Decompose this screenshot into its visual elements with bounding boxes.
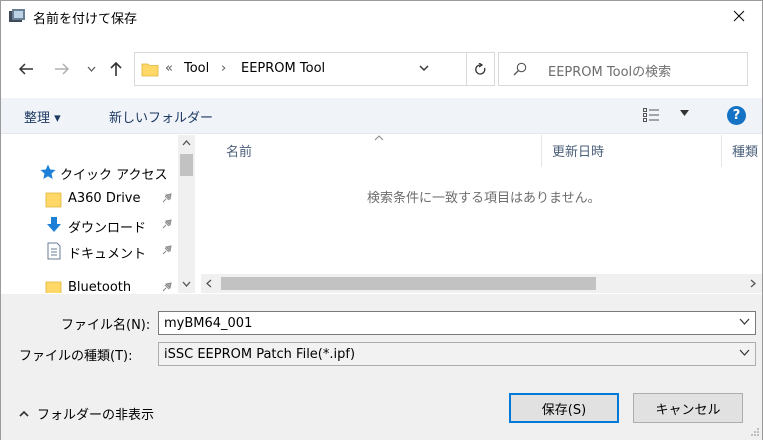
breadcrumb-segment[interactable]: EEPROM Tool [241,61,325,76]
column-divider[interactable] [721,135,722,167]
title-bar: 名前を付けて保存 [1,1,762,31]
refresh-button[interactable] [467,52,495,86]
nav-item-quick-access[interactable]: クイック アクセス [1,160,181,184]
back-button[interactable] [15,58,37,80]
filetype-select[interactable]: iSSC EEPROM Patch File(*.ipf) [158,342,756,366]
arrow-left-icon [18,63,33,75]
organize-menu-button[interactable]: 整理 ▾ [24,107,61,126]
hide-folders-toggle[interactable]: フォルダーの非表示 [19,404,154,423]
column-header-name[interactable]: 名前 [226,141,252,160]
filename-label: ファイル名(N): [61,318,151,333]
nav-item-label: ダウンロード [68,221,147,236]
pin-icon[interactable] [161,218,173,230]
view-options-icon[interactable] [643,108,659,122]
scrollbar-thumb[interactable] [180,154,193,176]
pin-icon[interactable] [161,281,173,293]
filetype-label: ファイルの種類(T): [19,349,133,364]
scroll-up-icon[interactable] [182,140,191,146]
filename-input[interactable]: myBM64_001 [158,311,756,335]
sort-ascending-icon [374,135,384,141]
refresh-icon [475,62,486,75]
scrollbar-thumb[interactable] [221,277,596,290]
chevron-down-icon [87,66,95,72]
folder-icon [45,192,62,208]
nav-item-documents[interactable]: ドキュメント [1,239,181,263]
chevron-down-icon[interactable] [739,349,750,357]
empty-list-message: 検索条件に一致する項目はありません。 [367,191,601,206]
column-header-type[interactable]: 種類 [732,141,758,160]
address-overflow-chevron[interactable]: « [165,61,173,76]
save-button[interactable]: 保存(S) [509,393,619,423]
window-title: 名前を付けて保存 [33,12,138,27]
close-button[interactable] [716,1,762,31]
folder-icon [141,63,159,77]
pin-icon[interactable] [161,244,173,256]
search-placeholder: EEPROM Toolの検索 [548,65,672,80]
nav-item-bluetooth[interactable]: Bluetooth [1,276,181,293]
chevron-down-icon[interactable] [739,318,750,326]
scroll-down-icon[interactable] [182,281,191,287]
chevron-down-icon[interactable] [418,62,430,74]
download-arrow-icon [47,217,61,232]
arrow-right-icon [55,63,70,75]
nav-item-a360-drive[interactable]: A360 Drive [1,187,181,211]
scroll-right-icon[interactable] [750,279,756,288]
filetype-value: iSSC EEPROM Patch File(*.ipf) [164,347,356,362]
app-icon [9,9,25,22]
column-header-modified[interactable]: 更新日時 [552,141,604,160]
nav-item-downloads[interactable]: ダウンロード [1,213,181,237]
recent-locations-button[interactable] [83,58,99,80]
breadcrumb-segment[interactable]: Tool [184,61,209,76]
new-folder-button[interactable]: 新しいフォルダー [109,107,213,126]
hide-folders-label: フォルダーの非表示 [37,408,155,423]
forward-button[interactable] [51,58,73,80]
navigation-pane: クイック アクセス A360 Drive ダウンロード ドキュメント Bluet… [1,135,197,293]
nav-item-label: A360 Drive [68,191,141,206]
file-list-horizontal-scrollbar[interactable] [201,274,762,293]
filename-value[interactable]: myBM64_001 [164,316,252,331]
scroll-left-icon[interactable] [206,279,212,288]
close-icon [733,10,745,22]
help-button[interactable]: ? [727,106,746,125]
nav-item-label: クイック アクセス [60,168,168,183]
save-as-dialog: 名前を付けて保存 « Tool › EEPROM Tool EEPROM Too… [0,0,763,440]
resize-grip-icon[interactable] [750,427,760,437]
column-divider[interactable] [541,135,542,167]
breadcrumb-separator[interactable]: › [221,61,226,76]
address-bar[interactable]: « Tool › EEPROM Tool [134,52,467,86]
cancel-button[interactable]: キャンセル [633,393,743,423]
navigation-pane-scrollbar[interactable] [178,135,195,293]
nav-item-label: Bluetooth [68,280,132,293]
chevron-up-icon [19,410,29,417]
arrow-up-icon [110,61,122,76]
command-toolbar: 整理 ▾ 新しいフォルダー ? [1,98,762,134]
up-button[interactable] [105,58,127,80]
search-box[interactable]: EEPROM Toolの検索 [498,52,748,86]
star-icon [40,164,56,179]
document-icon [47,242,61,260]
folder-icon [45,281,62,293]
search-icon [513,62,527,76]
nav-item-label: ドキュメント [68,247,147,262]
chevron-down-icon[interactable] [680,110,689,116]
pin-icon[interactable] [161,192,173,204]
